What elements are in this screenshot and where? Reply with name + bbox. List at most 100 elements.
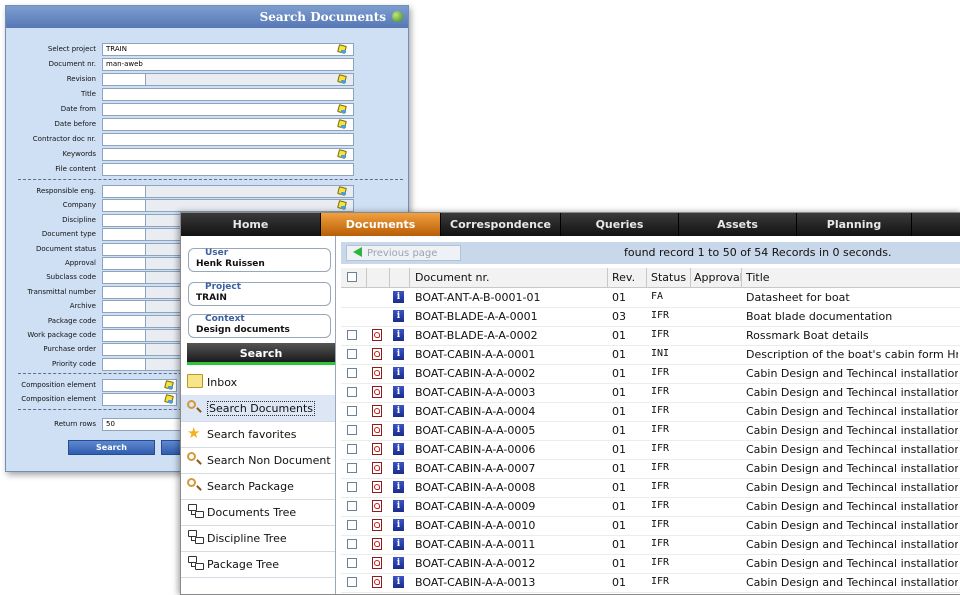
- info-icon[interactable]: i: [393, 557, 404, 569]
- cell-document-nr[interactable]: BOAT-CABIN-A-A-0001: [415, 348, 603, 361]
- pdf-icon[interactable]: [372, 538, 382, 550]
- nav-tab-overflow[interactable]: [912, 213, 960, 236]
- nav-tab-assets[interactable]: Assets: [679, 213, 797, 236]
- pdf-icon[interactable]: [372, 329, 382, 341]
- row-checkbox[interactable]: [347, 387, 357, 397]
- col-approval[interactable]: Approval: [694, 271, 743, 284]
- pdf-icon[interactable]: [372, 386, 382, 398]
- table-row[interactable]: i BOAT-CABIN-A-A-0003 01 IFR Cabin Design an…: [341, 383, 960, 403]
- pdf-icon[interactable]: [372, 481, 382, 493]
- table-row[interactable]: i BOAT-CABIN-A-A-0012 01 IFR Cabin Design an…: [341, 554, 960, 574]
- info-icon[interactable]: i: [393, 348, 404, 360]
- pdf-icon[interactable]: [372, 443, 382, 455]
- project-box[interactable]: Project TRAIN: [188, 282, 331, 306]
- pdf-icon[interactable]: [372, 367, 382, 379]
- field-input[interactable]: [102, 163, 354, 176]
- cell-document-nr[interactable]: BOAT-CABIN-A-A-0003: [415, 386, 603, 399]
- info-icon[interactable]: i: [393, 405, 404, 417]
- field-input-secondary[interactable]: [145, 73, 354, 86]
- picker-icon[interactable]: [337, 187, 346, 196]
- search-button[interactable]: Search: [68, 440, 155, 456]
- pdf-icon[interactable]: [372, 424, 382, 436]
- sidebar-item-search-documents[interactable]: Search Documents: [181, 395, 335, 422]
- cell-document-nr[interactable]: BOAT-ANT-A-B-0001-01: [415, 291, 603, 304]
- pdf-icon[interactable]: [372, 405, 382, 417]
- row-checkbox[interactable]: [347, 368, 357, 378]
- picker-icon[interactable]: [337, 75, 346, 84]
- picker-icon[interactable]: [337, 45, 346, 54]
- table-row[interactable]: i BOAT-CABIN-A-A-0008 01 IFR Cabin Design an…: [341, 478, 960, 498]
- row-checkbox[interactable]: [347, 482, 357, 492]
- col-title[interactable]: Title: [746, 271, 770, 284]
- table-row[interactable]: i BOAT-CABIN-A-A-0007 01 IFR Cabin Design an…: [341, 459, 960, 479]
- field-input[interactable]: [102, 88, 354, 101]
- field-input[interactable]: [102, 213, 146, 227]
- return-rows-input[interactable]: 50: [102, 418, 182, 432]
- field-input[interactable]: [102, 185, 146, 198]
- table-row[interactable]: i BOAT-CABIN-A-A-0011 01 IFR Cabin Design an…: [341, 535, 960, 555]
- sidebar-item-documents-tree[interactable]: Documents Tree: [181, 499, 335, 526]
- sidebar-item-search-favorites[interactable]: ★ Search favorites: [181, 421, 335, 448]
- row-checkbox[interactable]: [347, 539, 357, 549]
- field-input[interactable]: [102, 118, 354, 131]
- info-icon[interactable]: i: [393, 500, 404, 512]
- info-icon[interactable]: i: [393, 519, 404, 531]
- table-row[interactable]: i BOAT-CABIN-A-A-0010 01 IFR Cabin Design an…: [341, 516, 960, 536]
- cell-document-nr[interactable]: BOAT-CABIN-A-A-0004: [415, 405, 603, 418]
- info-icon[interactable]: i: [393, 462, 404, 474]
- row-checkbox[interactable]: [347, 330, 357, 340]
- field-input-secondary[interactable]: [145, 199, 354, 213]
- sidebar-item-inbox[interactable]: Inbox: [181, 369, 335, 396]
- table-row[interactable]: i BOAT-CABIN-A-A-0002 01 IFR Cabin Design an…: [341, 364, 960, 384]
- table-row[interactable]: i BOAT-BLADE-A-A-0002 01 IFR Rossmark Boat d…: [341, 326, 960, 346]
- select-all-checkbox[interactable]: [347, 272, 357, 282]
- pdf-icon[interactable]: [372, 348, 382, 360]
- nav-tab-documents[interactable]: Documents: [321, 213, 441, 236]
- info-icon[interactable]: i: [393, 386, 404, 398]
- nav-tab-planning[interactable]: Planning: [797, 213, 912, 236]
- info-icon[interactable]: i: [393, 538, 404, 550]
- field-input[interactable]: [102, 300, 146, 314]
- pdf-icon[interactable]: [372, 500, 382, 512]
- field-input[interactable]: [102, 314, 146, 328]
- field-input[interactable]: [102, 343, 146, 357]
- nav-tab-queries[interactable]: Queries: [561, 213, 679, 236]
- cell-document-nr[interactable]: BOAT-CABIN-A-A-0005: [415, 424, 603, 437]
- field-input[interactable]: [102, 329, 146, 342]
- field-input[interactable]: [102, 285, 146, 299]
- cell-document-nr[interactable]: BOAT-BLADE-A-A-0001: [415, 310, 603, 323]
- cell-document-nr[interactable]: BOAT-CABIN-A-A-0002: [415, 367, 603, 380]
- row-checkbox[interactable]: [347, 463, 357, 473]
- row-checkbox[interactable]: [347, 406, 357, 416]
- field-input[interactable]: [102, 199, 146, 213]
- cell-document-nr[interactable]: BOAT-CABIN-A-A-0013: [415, 576, 603, 589]
- pdf-icon[interactable]: [372, 462, 382, 474]
- field-input[interactable]: [102, 133, 354, 146]
- field-input[interactable]: [102, 228, 146, 242]
- col-document-nr[interactable]: Document nr.: [415, 271, 489, 284]
- picker-icon[interactable]: [164, 395, 173, 404]
- field-input[interactable]: [102, 242, 146, 256]
- field-input[interactable]: TRAIN: [102, 43, 354, 56]
- cell-document-nr[interactable]: BOAT-CABIN-A-A-0007: [415, 462, 603, 475]
- info-icon[interactable]: i: [393, 443, 404, 455]
- pdf-icon[interactable]: [372, 576, 382, 588]
- row-checkbox[interactable]: [347, 501, 357, 511]
- context-box[interactable]: Context Design documents: [188, 314, 331, 338]
- row-checkbox[interactable]: [347, 444, 357, 454]
- sidebar-item-search-non-document[interactable]: Search Non Document: [181, 447, 335, 474]
- cell-document-nr[interactable]: BOAT-CABIN-A-A-0011: [415, 538, 603, 551]
- picker-icon[interactable]: [337, 120, 346, 129]
- field-input[interactable]: [102, 257, 146, 270]
- info-icon[interactable]: i: [393, 576, 404, 588]
- col-revision[interactable]: Rev.: [612, 271, 635, 284]
- row-checkbox[interactable]: [347, 349, 357, 359]
- picker-icon[interactable]: [337, 105, 346, 114]
- picker-icon[interactable]: [164, 381, 173, 390]
- table-row[interactable]: i BOAT-CABIN-A-A-0006 01 IFR Cabin Design an…: [341, 440, 960, 460]
- field-input[interactable]: [102, 103, 354, 116]
- picker-icon[interactable]: [337, 150, 346, 159]
- search-section-header[interactable]: Search: [187, 343, 335, 365]
- info-icon[interactable]: i: [393, 329, 404, 341]
- table-row[interactable]: i BOAT-CABIN-A-A-0009 01 IFR Cabin Design an…: [341, 497, 960, 517]
